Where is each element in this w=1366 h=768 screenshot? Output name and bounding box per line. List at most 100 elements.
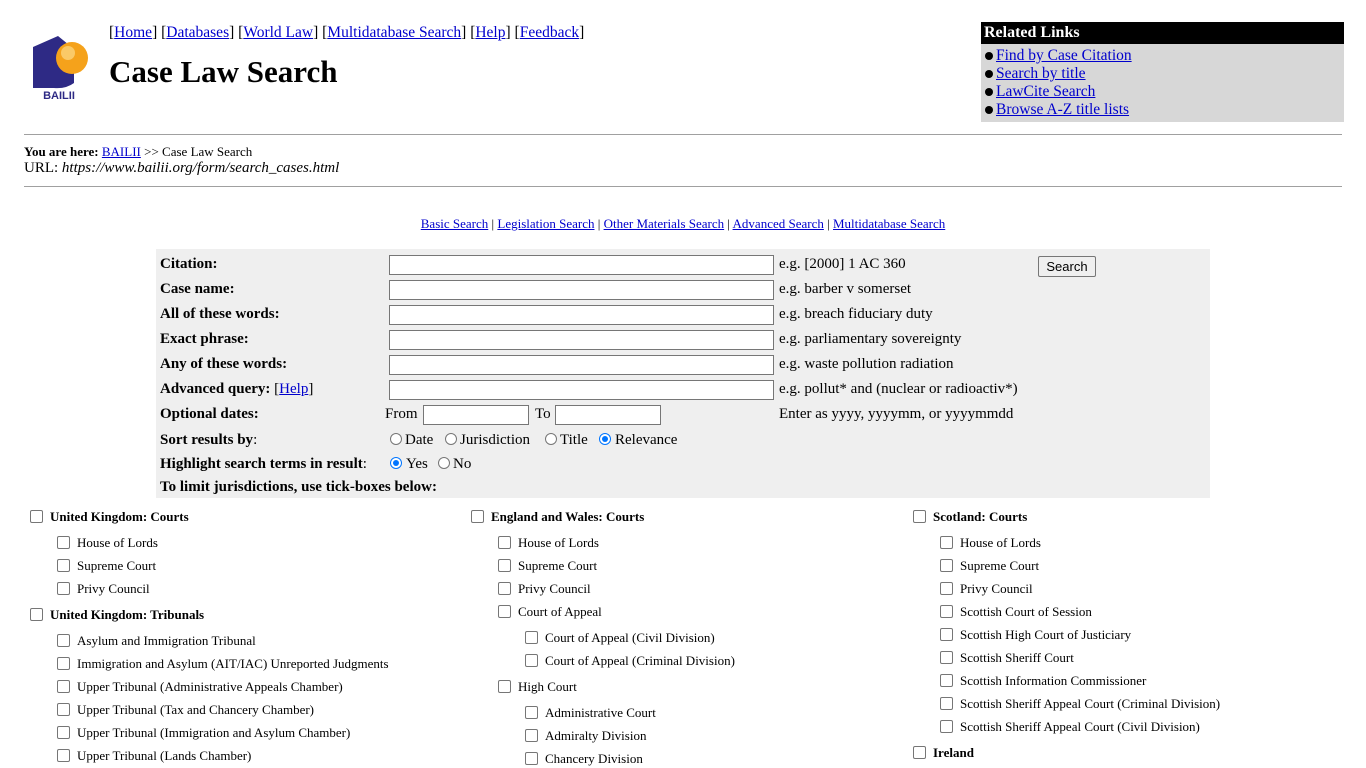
find-by-case-citation-link[interactable]: Find by Case Citation xyxy=(996,47,1132,64)
multidatabase-search-link[interactable]: Multidatabase Search xyxy=(833,216,945,231)
search-by-title-link[interactable]: Search by title xyxy=(996,65,1086,82)
logo-text: BAILII xyxy=(43,90,75,101)
uk-privy-council-checkbox[interactable] xyxy=(57,582,70,595)
bullet-icon xyxy=(985,69,993,78)
uk-house-of-lords-checkbox[interactable] xyxy=(57,536,70,549)
sc-sac-criminal-label: Scottish Sheriff Appeal Court (Criminal … xyxy=(960,696,1221,711)
ew-administrative-court-checkbox[interactable] xyxy=(525,706,538,719)
ew-chancery-label: Chancery Division xyxy=(545,751,643,766)
sc-sheriff-court-checkbox[interactable] xyxy=(940,651,953,664)
ut-iac-checkbox[interactable] xyxy=(57,726,70,739)
uk-privy-council-label: Privy Council xyxy=(77,581,150,596)
sort-title-radio[interactable] xyxy=(545,433,557,445)
highlight-yes-radio[interactable] xyxy=(390,457,402,469)
sort-date-radio[interactable] xyxy=(390,433,402,445)
case-name-example: e.g. barber v somerset xyxy=(779,281,912,297)
advanced-query-help-link[interactable]: Help xyxy=(279,381,308,397)
citation-example: e.g. [2000] 1 AC 360 xyxy=(779,256,906,272)
nav-multidatabase-search-link[interactable]: Multidatabase Search xyxy=(327,24,461,41)
uk-courts-checkbox[interactable] xyxy=(30,510,43,523)
sort-label-text: Sort results by xyxy=(160,432,254,448)
ew-admiralty-checkbox[interactable] xyxy=(525,729,538,742)
sc-sac-civil-checkbox[interactable] xyxy=(940,720,953,733)
any-words-row: Any of these words: e.g. waste pollution… xyxy=(160,351,1206,375)
ut-lands-label: Upper Tribunal (Lands Chamber) xyxy=(77,748,252,763)
case-name-input[interactable] xyxy=(389,280,774,300)
sc-information-commissioner-checkbox[interactable] xyxy=(940,674,953,687)
sort-jurisdiction-radio[interactable] xyxy=(445,433,457,445)
advanced-query-input[interactable] xyxy=(389,380,774,400)
breadcrumb-prefix: You are here: xyxy=(24,144,99,159)
sc-sac-criminal-checkbox[interactable] xyxy=(940,697,953,710)
browse-az-title-lists-link[interactable]: Browse A-Z title lists xyxy=(996,101,1129,118)
sort-label: Sort results by: xyxy=(160,432,258,448)
citation-input[interactable] xyxy=(389,255,774,275)
any-words-input[interactable] xyxy=(389,355,774,375)
sc-supreme-court-label: Supreme Court xyxy=(960,558,1040,573)
nav-feedback-link[interactable]: Feedback xyxy=(520,24,579,41)
ew-chancery-checkbox[interactable] xyxy=(525,752,538,765)
bullet-icon xyxy=(985,87,993,96)
date-from-input[interactable] xyxy=(423,405,529,425)
ait-iac-unreported-checkbox[interactable] xyxy=(57,657,70,670)
search-button[interactable]: Search xyxy=(1038,256,1096,277)
uk-courts-heading: United Kingdom: Courts xyxy=(50,509,189,524)
date-to-input[interactable] xyxy=(555,405,661,425)
highlight-label-text: Highlight search terms in result xyxy=(160,456,363,472)
ait-iac-unreported-label: Immigration and Asylum (AIT/IAC) Unrepor… xyxy=(77,656,389,671)
basic-search-link[interactable]: Basic Search xyxy=(421,216,489,231)
ew-coa-criminal-checkbox[interactable] xyxy=(525,654,538,667)
citation-row: Citation: e.g. [2000] 1 AC 360 Search xyxy=(160,251,1206,277)
ut-aac-checkbox[interactable] xyxy=(57,680,70,693)
nav-home-link[interactable]: Home xyxy=(114,24,152,41)
exact-phrase-input[interactable] xyxy=(389,330,774,350)
ut-tcc-checkbox[interactable] xyxy=(57,703,70,716)
ew-court-of-appeal-label: Court of Appeal xyxy=(518,604,602,619)
legislation-search-link[interactable]: Legislation Search xyxy=(497,216,594,231)
sc-privy-council-label: Privy Council xyxy=(960,581,1033,596)
sc-house-of-lords-checkbox[interactable] xyxy=(940,536,953,549)
related-links-list: Find by Case Citation Search by title La… xyxy=(981,44,1344,119)
nav-databases-link[interactable]: Databases xyxy=(166,24,229,41)
sc-court-of-session-checkbox[interactable] xyxy=(940,605,953,618)
ew-coa-criminal-label: Court of Appeal (Criminal Division) xyxy=(545,653,735,668)
sort-row: Sort results by: Date Jurisdiction Title… xyxy=(160,427,1206,451)
bailii-logo[interactable]: BAILII xyxy=(30,33,90,102)
ew-house-of-lords-checkbox[interactable] xyxy=(498,536,511,549)
breadcrumb-bailii-link[interactable]: BAILII xyxy=(102,144,141,159)
ait-checkbox[interactable] xyxy=(57,634,70,647)
ew-courts-heading: England and Wales: Courts xyxy=(491,509,645,524)
ew-privy-council-label: Privy Council xyxy=(518,581,591,596)
ew-courts-checkbox[interactable] xyxy=(471,510,484,523)
ew-high-court-checkbox[interactable] xyxy=(498,680,511,693)
ew-privy-council-checkbox[interactable] xyxy=(498,582,511,595)
nav-help-link[interactable]: Help xyxy=(475,24,505,41)
ew-supreme-court-checkbox[interactable] xyxy=(498,559,511,572)
ew-court-of-appeal-checkbox[interactable] xyxy=(498,605,511,618)
ut-iac-label: Upper Tribunal (Immigration and Asylum C… xyxy=(77,725,351,740)
sort-relevance-radio[interactable] xyxy=(599,433,611,445)
nav-world-law-link[interactable]: World Law xyxy=(243,24,313,41)
ut-lands-checkbox[interactable] xyxy=(57,749,70,762)
uk-tribunals-checkbox[interactable] xyxy=(30,608,43,621)
bullet-icon xyxy=(985,51,993,60)
sc-supreme-court-checkbox[interactable] xyxy=(940,559,953,572)
sc-high-court-justiciary-checkbox[interactable] xyxy=(940,628,953,641)
uk-supreme-court-checkbox[interactable] xyxy=(57,559,70,572)
advanced-search-link[interactable]: Advanced Search xyxy=(733,216,824,231)
related-link-item: Find by Case Citation xyxy=(984,47,1344,65)
highlight-label: Highlight search terms in result: xyxy=(160,456,367,472)
scotland-courts-checkbox[interactable] xyxy=(913,510,926,523)
lawcite-search-link[interactable]: LawCite Search xyxy=(996,83,1095,100)
divider xyxy=(24,186,1342,187)
advanced-query-label-text: Advanced query: xyxy=(160,381,271,397)
ew-coa-civil-label: Court of Appeal (Civil Division) xyxy=(545,630,715,645)
ew-coa-civil-checkbox[interactable] xyxy=(525,631,538,644)
highlight-no-radio[interactable] xyxy=(438,457,450,469)
ireland-heading: Ireland xyxy=(933,745,974,760)
all-words-input[interactable] xyxy=(389,305,774,325)
other-materials-search-link[interactable]: Other Materials Search xyxy=(604,216,725,231)
sc-privy-council-checkbox[interactable] xyxy=(940,582,953,595)
highlight-no-label: No xyxy=(453,456,472,472)
ireland-checkbox[interactable] xyxy=(913,746,926,759)
